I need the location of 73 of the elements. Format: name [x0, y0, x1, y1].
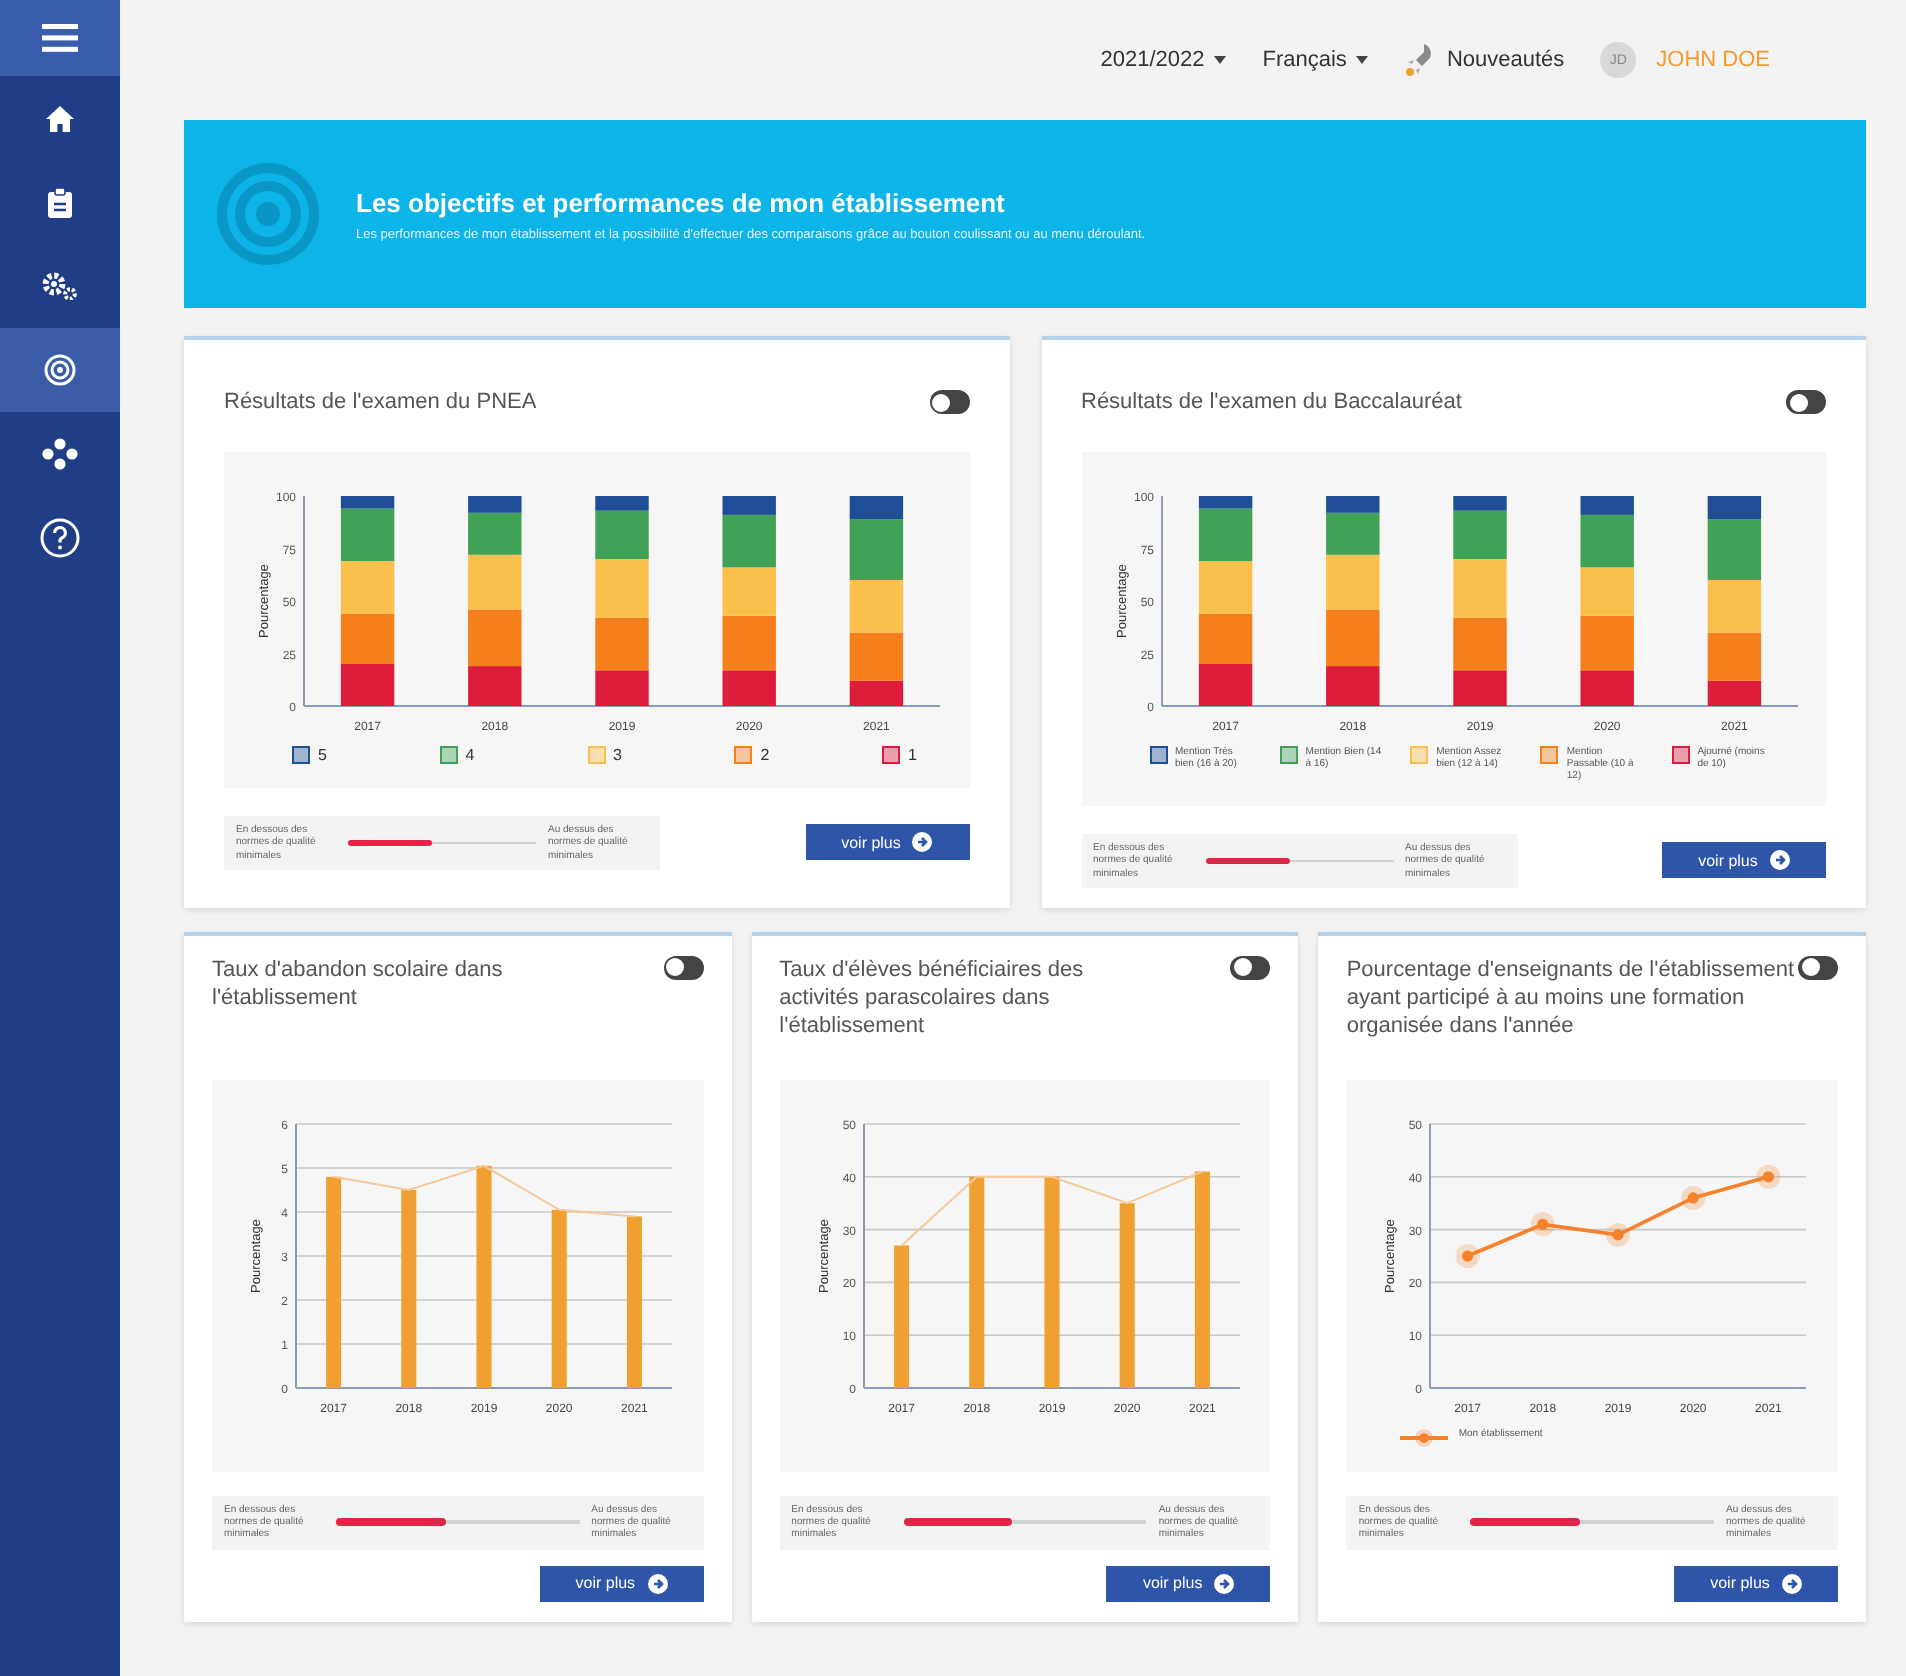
legend-label: 5 — [318, 746, 327, 764]
news-link[interactable]: Nouveautés — [1404, 42, 1565, 78]
toggle-switch[interactable] — [929, 390, 969, 414]
sidebar-item[interactable] — [0, 328, 120, 412]
home-icon[interactable] — [46, 105, 74, 131]
data-point — [1455, 1243, 1480, 1268]
bar-segment — [595, 559, 650, 618]
legend-swatch — [1410, 746, 1429, 764]
banner-title: Les objectifs et performances de mon établissement — [356, 187, 1007, 217]
see-more-button[interactable]: voir plus — [805, 824, 969, 861]
bar-segment — [468, 554, 522, 610]
language-dropdown[interactable]: Français — [1262, 48, 1369, 72]
legend-label: 3 — [613, 746, 622, 764]
legend-label: 2 — [760, 746, 770, 764]
rocket-icon — [1404, 42, 1437, 78]
bar-segment — [341, 664, 395, 706]
arrow-circle-icon — [1781, 1573, 1802, 1593]
menu-icon[interactable] — [42, 22, 78, 54]
arrow-circle-icon — [647, 1573, 668, 1593]
legend-line-icon — [1398, 1427, 1451, 1448]
toggle-switch[interactable] — [1230, 955, 1271, 980]
help-icon[interactable] — [40, 518, 80, 558]
bar-segment — [341, 613, 395, 664]
card-title: Taux d'abandon scolaire dans l'établissement — [212, 955, 505, 1013]
bar-segment — [1198, 561, 1252, 614]
bar-segment — [850, 580, 904, 633]
menu-button[interactable] — [0, 0, 120, 76]
bar-segment — [1580, 567, 1634, 616]
data-point — [1756, 1164, 1781, 1189]
arrow-circle-icon — [1214, 1573, 1235, 1593]
card-title: Taux d'élèves bénéficiaires des activités parascolaires dans l'établissement — [779, 955, 1086, 1042]
bar-segment — [1198, 613, 1252, 664]
card-title: Résultats de l'examen du PNEA — [224, 387, 537, 417]
legend-label: 1 — [908, 746, 917, 764]
gears-icon[interactable] — [42, 272, 78, 300]
bar — [893, 1244, 909, 1388]
legend-swatch — [292, 746, 310, 764]
bar-segment — [1452, 559, 1507, 618]
bar-segment — [723, 567, 777, 616]
data-point — [1606, 1222, 1631, 1247]
card-title: Pourcentage d'enseignants de l'établissement ayant participé à au moins une formation organisée dans l'année — [1346, 955, 1797, 1042]
bar-segment — [341, 561, 395, 614]
arrow-circle-icon — [912, 832, 933, 853]
see-more-button[interactable]: voir plus — [1674, 1565, 1839, 1601]
see-more-button[interactable]: voir plus — [1662, 842, 1826, 879]
year-dropdown[interactable]: 2021/2022 — [1100, 48, 1227, 72]
legend-swatch — [1671, 746, 1690, 764]
toggle-switch[interactable] — [1786, 390, 1826, 414]
bar-segment — [1707, 580, 1761, 633]
bar-segment — [1198, 664, 1252, 706]
data-point — [1531, 1211, 1556, 1236]
target-icon — [216, 162, 320, 266]
legend-label: 4 — [465, 746, 475, 764]
caret-icon — [1214, 56, 1227, 64]
bar-segment — [1325, 554, 1379, 610]
legend-swatch — [1279, 746, 1298, 764]
toggle-switch[interactable] — [1798, 955, 1839, 980]
network-icon[interactable] — [42, 438, 78, 470]
see-more-button[interactable]: voir plus — [539, 1565, 704, 1601]
see-more-button[interactable]: voir plus — [1106, 1565, 1271, 1601]
caret-icon — [1356, 56, 1369, 64]
legend-swatch — [1149, 746, 1167, 764]
data-point — [1681, 1185, 1706, 1210]
legend-swatch — [439, 746, 458, 764]
target-icon[interactable] — [44, 354, 76, 386]
legend-swatch — [1540, 746, 1559, 764]
arrow-circle-icon — [1769, 850, 1790, 871]
clipboard-icon[interactable] — [48, 187, 72, 217]
toggle-switch[interactable] — [663, 955, 704, 980]
legend-swatch — [734, 746, 753, 764]
card-title: Résultats de l'examen du Baccalauréat — [1081, 387, 1462, 417]
legend-swatch — [587, 746, 605, 764]
legend-swatch — [882, 746, 900, 764]
